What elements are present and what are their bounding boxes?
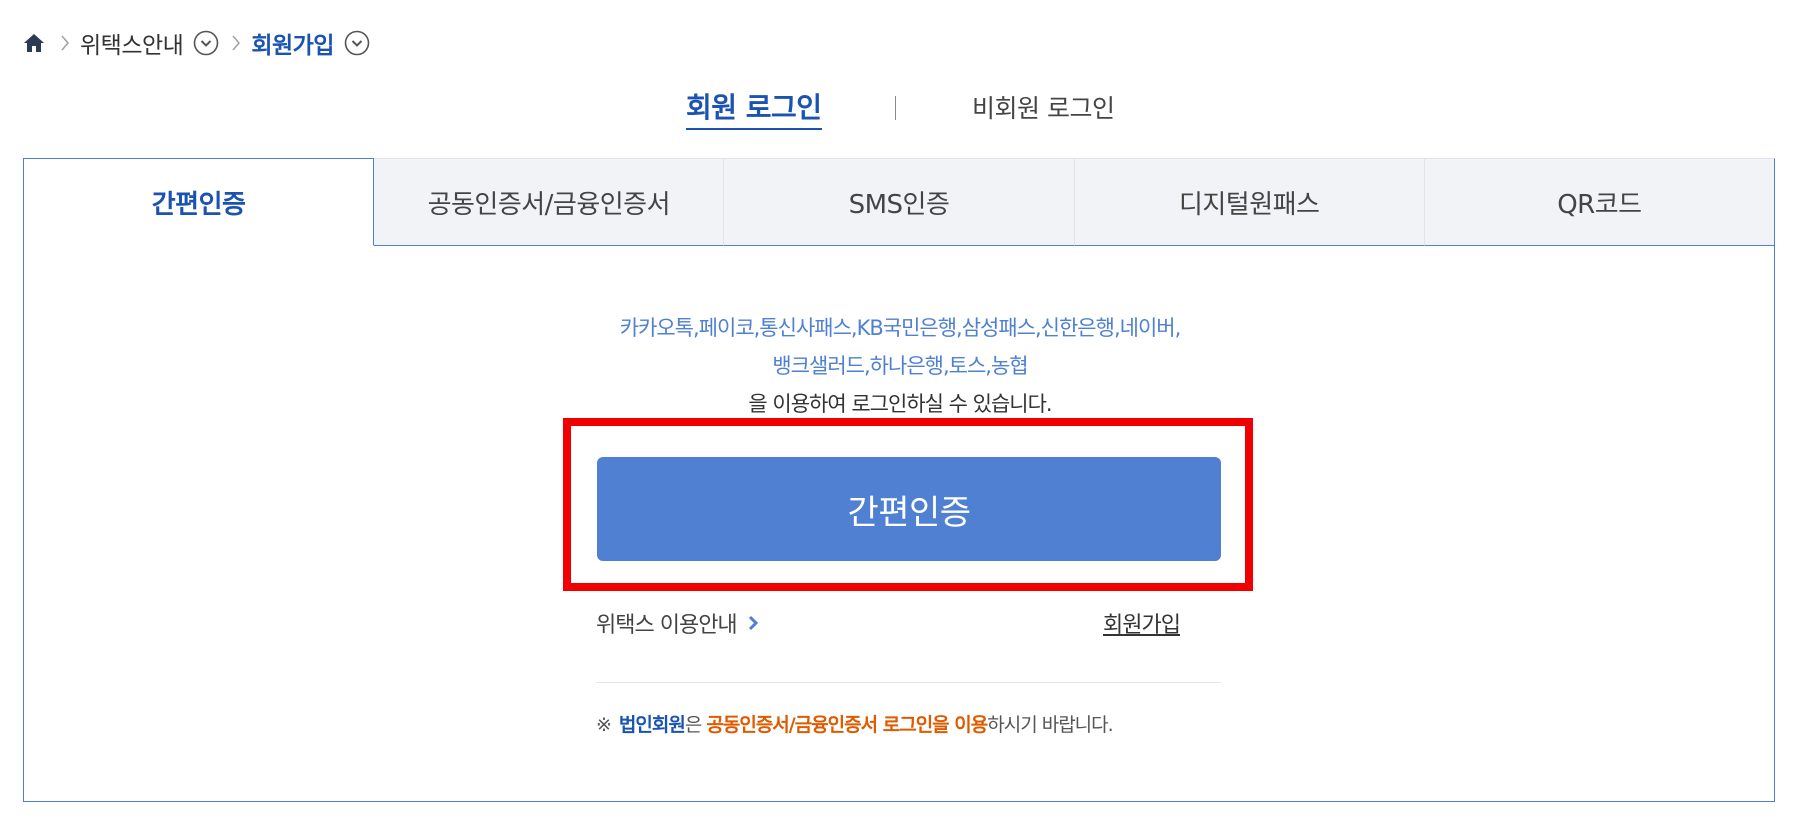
tab-digital-onepass[interactable]: 디지털원패스 (1074, 158, 1425, 246)
notice-text-1: 은 (684, 714, 707, 736)
tab-qr-code[interactable]: QR코드 (1424, 158, 1776, 246)
chevron-down-circle-icon[interactable] (193, 30, 219, 56)
tab-certificate[interactable]: 공동인증서/금융인증서 (374, 158, 725, 246)
signup-link[interactable]: 회원가입 (1103, 607, 1181, 639)
chevron-down-circle-icon[interactable] (344, 30, 370, 56)
guest-login-tab[interactable]: 비회원 로그인 (972, 89, 1115, 125)
breadcrumb: 위택스안내 회원가입 (22, 26, 380, 60)
login-type-switch: 회원 로그인 비회원 로그인 (0, 86, 1799, 130)
tab-simple-auth[interactable]: 간편인증 (23, 158, 375, 246)
notice-text-2: 하시기 바랍니다. (987, 714, 1113, 736)
wetax-guide-link-label: 위택스 이용안내 (596, 613, 738, 638)
breadcrumb-item-signup[interactable]: 회원가입 (251, 26, 334, 60)
auth-method-tabs: 간편인증 공동인증서/금융인증서 SMS인증 디지털원패스 QR코드 (23, 158, 1776, 246)
breadcrumb-separator-icon (60, 34, 70, 52)
divider-line (596, 682, 1221, 683)
breadcrumb-item-wetax-guide[interactable]: 위택스안내 (80, 26, 184, 60)
member-login-tab[interactable]: 회원 로그인 (686, 86, 822, 130)
login-switch-divider (895, 96, 896, 120)
providers-note: 을 이용하여 로그인하실 수 있습니다. (748, 392, 1052, 416)
providers-list: 카카오톡,페이코,통신사패스,KB국민은행,삼성패스,신한은행,네이버, 뱅크샐… (24, 309, 1776, 385)
notice-corporate-member: 법인회원 (618, 714, 686, 736)
breadcrumb-separator-icon (231, 34, 241, 52)
providers-line-2: 뱅크샐러드,하나은행,토스,농협 (772, 354, 1028, 378)
wetax-guide-link[interactable]: 위택스 이용안내 (596, 607, 763, 639)
providers-line-1: 카카오톡,페이코,통신사패스,KB국민은행,삼성패스,신한은행,네이버, (619, 316, 1182, 340)
simple-auth-button[interactable]: 간편인증 (597, 457, 1221, 561)
notice-certificate-login: 공동인증서/금융인증서 로그인을 이용 (706, 714, 988, 736)
simple-auth-panel: 카카오톡,페이코,통신사패스,KB국민은행,삼성패스,신한은행,네이버, 뱅크샐… (23, 245, 1775, 802)
home-icon[interactable] (22, 31, 46, 55)
notice-mark: ※ (596, 714, 612, 736)
chevron-right-icon (747, 613, 763, 633)
corporate-notice: ※ 법인회원은 공동인증서/금융인증서 로그인을 이용하시기 바랍니다. (596, 710, 1114, 737)
tab-sms-auth[interactable]: SMS인증 (724, 158, 1075, 246)
